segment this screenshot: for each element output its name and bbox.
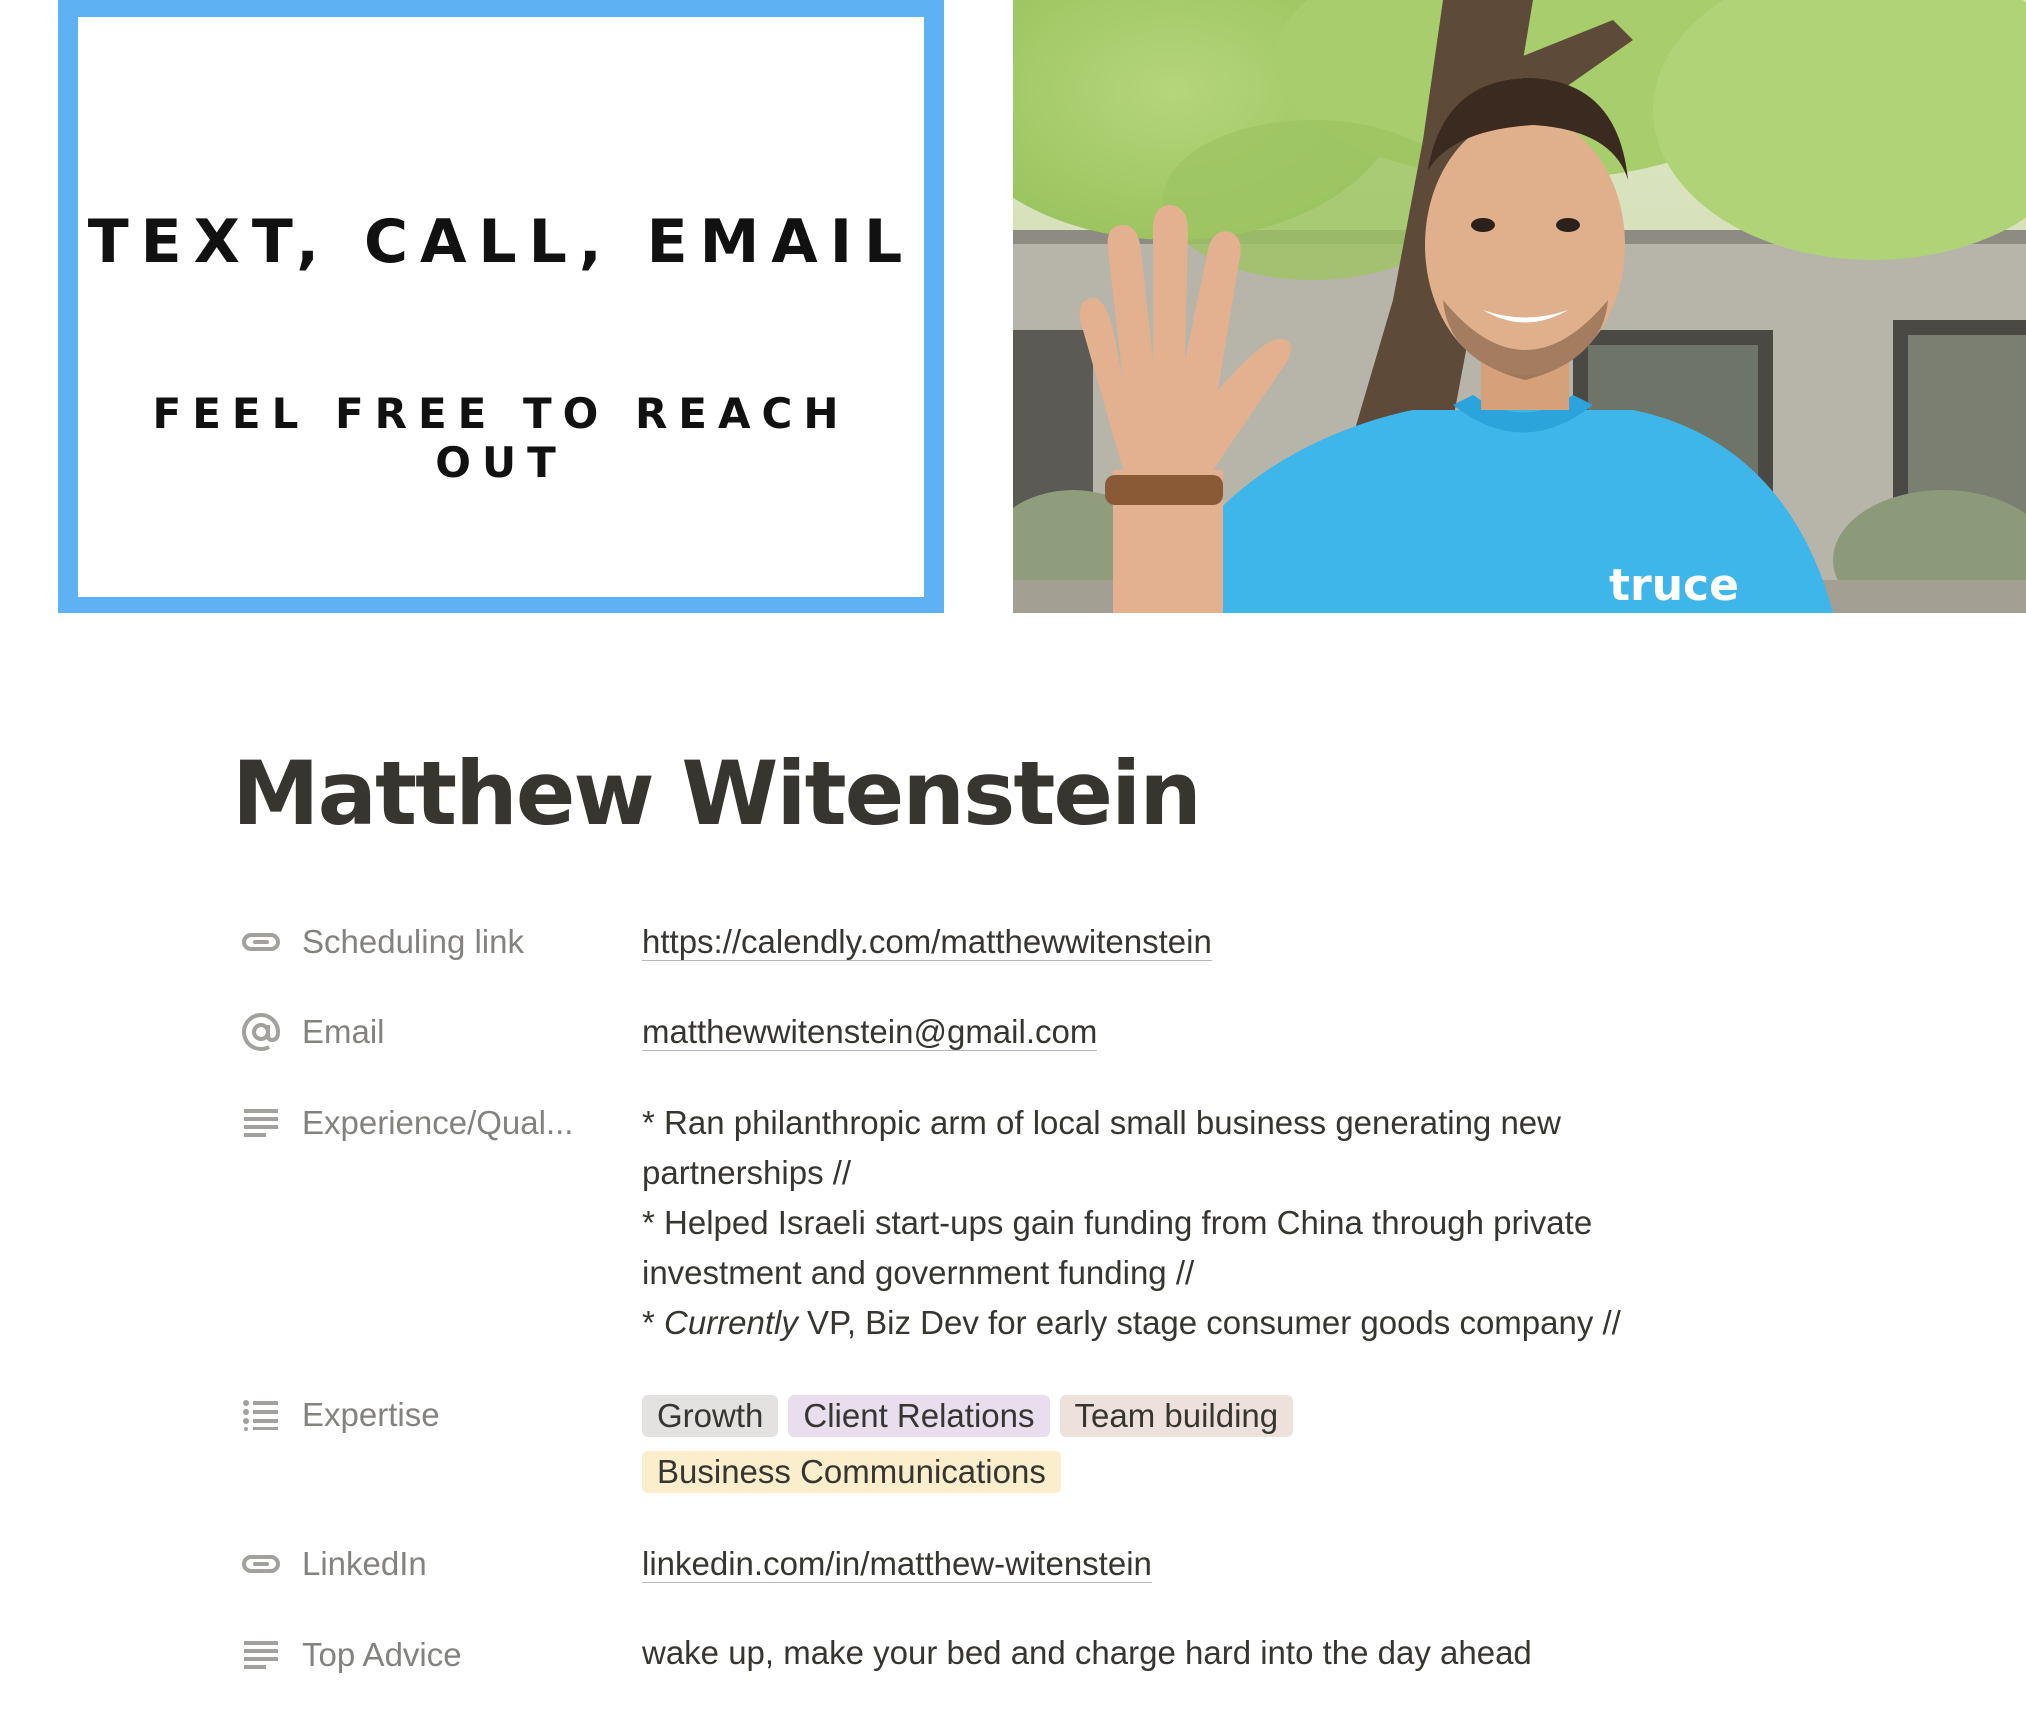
property-label-text: Expertise bbox=[302, 1396, 440, 1433]
experience-line: * Currently VP, Biz Dev for early stage … bbox=[642, 1298, 1621, 1348]
link-icon bbox=[240, 921, 282, 963]
text-lines-icon bbox=[240, 1634, 282, 1676]
property-email-label[interactable]: Email bbox=[240, 1008, 385, 1056]
experience-line-rest: VP, Biz Dev for early stage consumer goo… bbox=[797, 1304, 1621, 1341]
property-linkedin-label[interactable]: LinkedIn bbox=[240, 1540, 427, 1588]
property-label-text: LinkedIn bbox=[302, 1545, 427, 1582]
property-expertise-label[interactable]: Expertise bbox=[240, 1391, 440, 1439]
profile-photo: truce bbox=[1013, 0, 2026, 613]
tag-team-building[interactable]: Team building bbox=[1059, 1395, 1294, 1437]
property-experience-label[interactable]: Experience/Qual... bbox=[240, 1099, 573, 1147]
property-email-value[interactable]: matthewwitenstein@gmail.com bbox=[642, 1008, 1098, 1056]
property-expertise-value[interactable]: Growth Client Relations Team building Busin… bbox=[642, 1395, 1402, 1507]
tag-client-relations[interactable]: Client Relations bbox=[788, 1395, 1050, 1437]
property-top-advice-value[interactable]: wake up, make your bed and charge hard i… bbox=[642, 1629, 1532, 1677]
property-label-text: Scheduling link bbox=[302, 923, 524, 960]
email-link[interactable]: matthewwitenstein@gmail.com bbox=[642, 1013, 1098, 1051]
property-top-advice-label[interactable]: Top Advice bbox=[240, 1631, 462, 1679]
list-icon bbox=[240, 1394, 282, 1436]
banner-headline: TEXT, CALL, EMAIL bbox=[87, 207, 915, 277]
property-scheduling-link-value[interactable]: https://calendly.com/matthewwitenstein bbox=[642, 918, 1212, 966]
property-scheduling-link-label[interactable]: Scheduling link bbox=[240, 918, 524, 966]
tag-business-communications[interactable]: Business Communications bbox=[642, 1451, 1061, 1493]
experience-line-prefix: * bbox=[642, 1304, 665, 1341]
property-label-text: Top Advice bbox=[302, 1636, 462, 1673]
banner-subline: FEEL FREE TO REACH OUT bbox=[152, 389, 850, 487]
experience-line: * Ran philanthropic arm of local small b… bbox=[642, 1104, 1561, 1141]
tag-growth[interactable]: Growth bbox=[642, 1395, 779, 1437]
text-lines-icon bbox=[240, 1102, 282, 1144]
cover-banner-image: TEXT, CALL, EMAIL FEEL FREE TO REACH OUT bbox=[58, 0, 944, 613]
experience-italic-text: Currently bbox=[664, 1304, 798, 1341]
link-icon bbox=[240, 1543, 282, 1585]
linkedin-link[interactable]: linkedin.com/in/matthew-witenstein bbox=[642, 1545, 1152, 1583]
scheduling-link[interactable]: https://calendly.com/matthewwitenstein bbox=[642, 923, 1212, 961]
page-title[interactable]: Matthew Witenstein bbox=[232, 742, 1202, 845]
property-linkedin-value[interactable]: linkedin.com/in/matthew-witenstein bbox=[642, 1540, 1152, 1588]
at-sign-icon bbox=[240, 1011, 282, 1053]
shirt-logo: truce bbox=[1609, 560, 1739, 611]
experience-line: partnerships // bbox=[642, 1154, 852, 1191]
experience-line: * Helped Israeli start-ups gain funding … bbox=[642, 1204, 1593, 1241]
property-label-text: Experience/Qual... bbox=[302, 1104, 574, 1141]
experience-line: investment and government funding // bbox=[642, 1254, 1195, 1291]
property-experience-value[interactable]: * Ran philanthropic arm of local small b… bbox=[642, 1098, 1621, 1348]
banner-card: TEXT, CALL, EMAIL FEEL FREE TO REACH OUT bbox=[78, 17, 924, 597]
property-label-text: Email bbox=[302, 1013, 385, 1050]
